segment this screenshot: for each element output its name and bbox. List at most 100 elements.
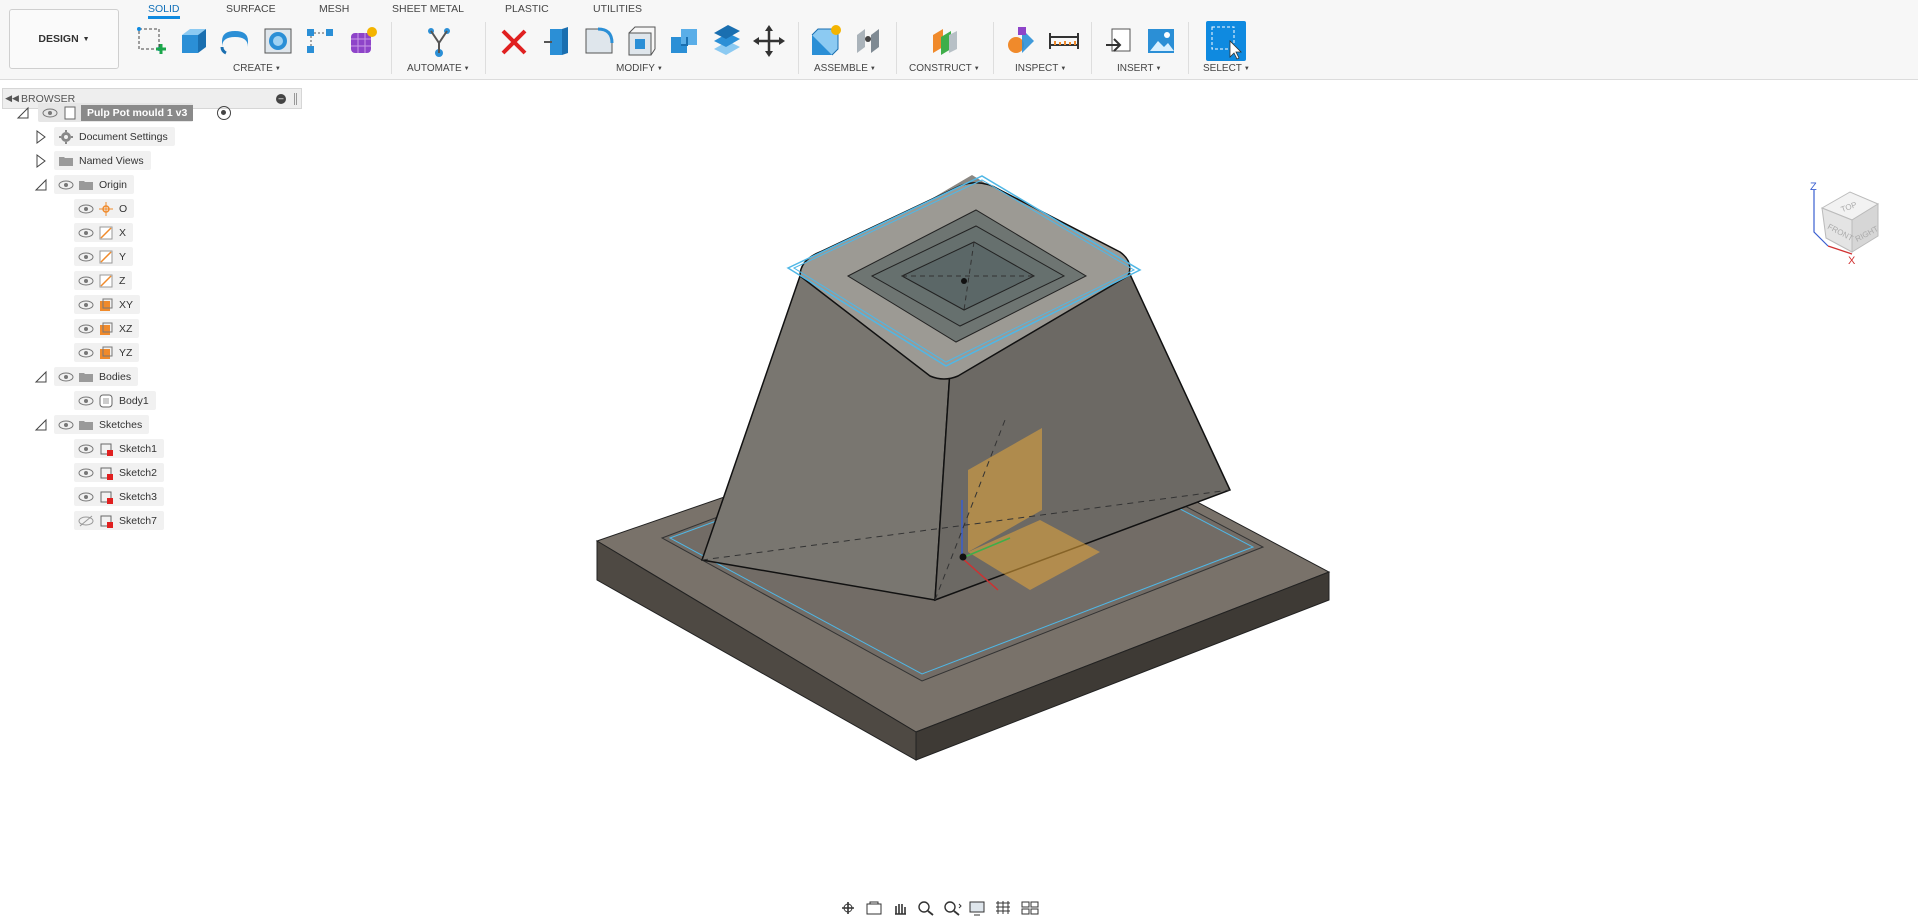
pattern-icon[interactable] xyxy=(303,23,337,59)
expanded-icon[interactable] xyxy=(34,178,48,192)
tree-item-z[interactable]: Z xyxy=(74,271,133,290)
expanded-icon[interactable] xyxy=(34,370,48,384)
zoom-window-icon[interactable] xyxy=(914,898,938,918)
hole-icon[interactable] xyxy=(261,23,295,59)
pan-icon[interactable] xyxy=(888,898,912,918)
fit-icon[interactable] xyxy=(940,898,964,918)
joint-icon[interactable] xyxy=(851,23,885,59)
offset-face-icon[interactable] xyxy=(710,23,744,59)
toolbar: DESIGN ▼ SOLID SURFACE MESH SHEET METAL … xyxy=(0,0,1918,80)
3d-model[interactable] xyxy=(0,80,1918,919)
eye-icon[interactable] xyxy=(78,275,94,287)
tree-item-xy[interactable]: XY xyxy=(74,295,141,314)
tree-item-yz[interactable]: YZ xyxy=(74,343,140,362)
tab-utilities[interactable]: UTILITIES xyxy=(593,1,642,19)
eye-icon[interactable] xyxy=(78,251,94,263)
folder-icon xyxy=(78,369,94,385)
tab-sheet-metal[interactable]: SHEET METAL xyxy=(392,1,464,19)
tree-item-sketch7[interactable]: Sketch7 xyxy=(74,511,164,530)
eye-icon[interactable] xyxy=(78,299,94,311)
tree-item-body1[interactable]: Body1 xyxy=(74,391,156,410)
plane-icon xyxy=(98,321,114,337)
tree-item-label: Bodies xyxy=(99,370,132,383)
grid-settings-icon[interactable] xyxy=(992,898,1016,918)
activate-component-icon[interactable] xyxy=(217,106,231,120)
eye-icon[interactable] xyxy=(78,443,94,455)
automate-menu[interactable]: AUTOMATE ▼ xyxy=(407,63,470,74)
select-menu[interactable]: SELECT ▼ xyxy=(1203,63,1250,74)
tree-item-xz[interactable]: XZ xyxy=(74,319,140,338)
press-pull-icon[interactable] xyxy=(540,23,574,59)
look-at-icon[interactable] xyxy=(862,898,886,918)
tab-solid[interactable]: SOLID xyxy=(148,1,180,19)
tab-plastic[interactable]: PLASTIC xyxy=(505,1,549,19)
display-settings-icon[interactable] xyxy=(966,898,990,918)
eye-icon[interactable] xyxy=(58,179,74,191)
extrude-icon[interactable] xyxy=(176,23,210,59)
tree-item-o[interactable]: O xyxy=(74,199,135,218)
revolve-icon[interactable] xyxy=(218,23,252,59)
eye-icon[interactable] xyxy=(78,467,94,479)
modify-menu[interactable]: MODIFY ▼ xyxy=(616,63,663,74)
measure-shapes-icon[interactable] xyxy=(1004,23,1038,59)
tree-item-label: Body1 xyxy=(119,394,149,407)
tree-item-sketches[interactable]: Sketches xyxy=(54,415,150,434)
create-menu[interactable]: CREATE ▼ xyxy=(233,63,281,74)
insert-menu[interactable]: INSERT ▼ xyxy=(1117,63,1161,74)
insert-derive-icon[interactable] xyxy=(1102,23,1136,59)
browser-root-node[interactable]: Pulp Pot mould 1 v3 xyxy=(38,103,194,122)
workspace-switcher-button[interactable]: DESIGN ▼ xyxy=(9,9,119,69)
eye-icon[interactable] xyxy=(42,107,58,119)
eye-icon[interactable] xyxy=(78,347,94,359)
tree-item-document-settings[interactable]: Document Settings xyxy=(54,127,175,146)
viewports-icon[interactable] xyxy=(1018,898,1042,918)
eye-icon[interactable] xyxy=(78,395,94,407)
collapsed-icon[interactable] xyxy=(34,130,48,144)
insert-canvas-icon[interactable] xyxy=(1144,23,1178,59)
tree-item-named-views[interactable]: Named Views xyxy=(54,151,151,170)
tree-item-sketch3[interactable]: Sketch3 xyxy=(74,487,164,506)
tree-item-sketch1[interactable]: Sketch1 xyxy=(74,439,164,458)
tree-item-label: Sketches xyxy=(99,418,143,431)
expanded-icon[interactable] xyxy=(34,418,48,432)
drag-handle-icon[interactable] xyxy=(294,92,297,105)
delete-icon[interactable] xyxy=(497,23,531,59)
canvas-viewport[interactable]: Z X TOP FRONT RIGHT xyxy=(0,80,1918,919)
divider xyxy=(1091,22,1092,74)
viewcube[interactable]: Z X TOP FRONT RIGHT xyxy=(1808,180,1908,290)
combine-icon[interactable] xyxy=(667,23,701,59)
tab-mesh[interactable]: MESH xyxy=(319,1,349,19)
new-component-icon[interactable] xyxy=(808,23,842,59)
move-copy-icon[interactable] xyxy=(752,23,786,59)
eye-icon[interactable] xyxy=(78,491,94,503)
eye-icon[interactable] xyxy=(58,419,74,431)
measure-ruler-icon[interactable] xyxy=(1047,23,1081,59)
expanded-icon[interactable] xyxy=(16,106,30,120)
collapse-panel-icon[interactable]: ◀◀ xyxy=(3,93,21,104)
automate-icon[interactable] xyxy=(422,23,456,59)
inspect-menu[interactable]: INSPECT ▼ xyxy=(1015,63,1066,74)
eye-icon[interactable] xyxy=(58,371,74,383)
eye-icon[interactable] xyxy=(78,323,94,335)
collapsed-icon[interactable] xyxy=(34,154,48,168)
create-form-icon[interactable] xyxy=(345,23,379,59)
select-icon[interactable] xyxy=(1206,21,1246,61)
tree-item-sketch2[interactable]: Sketch2 xyxy=(74,463,164,482)
eye-icon[interactable] xyxy=(78,515,94,527)
create-sketch-icon[interactable] xyxy=(134,23,168,59)
offset-plane-icon[interactable] xyxy=(927,23,961,59)
assemble-menu[interactable]: ASSEMBLE ▼ xyxy=(814,63,876,74)
eye-icon[interactable] xyxy=(78,203,94,215)
shell-icon[interactable] xyxy=(625,23,659,59)
tree-item-y[interactable]: Y xyxy=(74,247,134,266)
construct-menu[interactable]: CONSTRUCT ▼ xyxy=(909,63,980,74)
tree-item-x[interactable]: X xyxy=(74,223,134,242)
tree-item-label: XZ xyxy=(119,322,133,335)
fillet-icon[interactable] xyxy=(582,23,616,59)
tree-item-bodies[interactable]: Bodies xyxy=(54,367,139,386)
orbit-icon[interactable] xyxy=(836,898,860,918)
tab-surface[interactable]: SURFACE xyxy=(226,1,276,19)
minimize-icon[interactable]: – xyxy=(276,93,286,104)
tree-item-origin[interactable]: Origin xyxy=(54,175,135,194)
eye-icon[interactable] xyxy=(78,227,94,239)
